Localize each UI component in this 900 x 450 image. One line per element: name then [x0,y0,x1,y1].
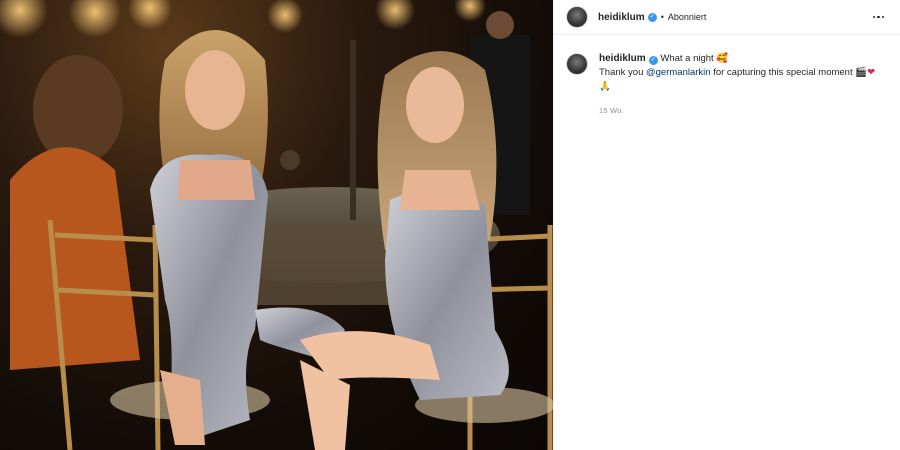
username-link[interactable]: heidiklum [598,12,645,23]
verified-badge-icon: ✓ [648,55,658,65]
mention-link[interactable]: @germanlarkin [646,67,711,78]
caption-line-3: 🙏 [599,81,611,92]
avatar[interactable] [566,6,588,28]
caption-text: What a night 🥰 [660,53,729,64]
caption-body: heidiklum ✓ What a night 🥰 Thank you @ger… [599,52,875,118]
caption-username-link[interactable]: heidiklum [599,53,646,64]
caption-avatar[interactable] [566,53,588,75]
caption-line-1: heidiklum ✓ What a night 🥰 [599,52,875,66]
separator-dot: • [660,12,664,22]
post-header: heidiklum ✓ • Abonniert [554,0,900,35]
heart-emoji: ❤ [867,67,876,78]
post-sidebar: heidiklum ✓ • Abonniert heidiklum ✓ What … [553,0,900,450]
verified-badge-icon: ✓ [647,12,657,22]
caption-suffix: for capturing this special moment 🎬 [710,67,868,78]
caption-prefix: Thank you [599,67,646,78]
caption-line-2: Thank you @germanlarkin for capturing th… [599,66,875,80]
follow-status-button[interactable]: Abonniert [668,12,707,22]
post-timestamp[interactable]: 15 Wo. [599,104,875,118]
photo-illustration [0,0,553,450]
caption: heidiklum ✓ What a night 🥰 Thank you @ger… [554,35,900,118]
more-options-icon[interactable] [869,12,889,23]
post-photo[interactable] [0,0,553,450]
